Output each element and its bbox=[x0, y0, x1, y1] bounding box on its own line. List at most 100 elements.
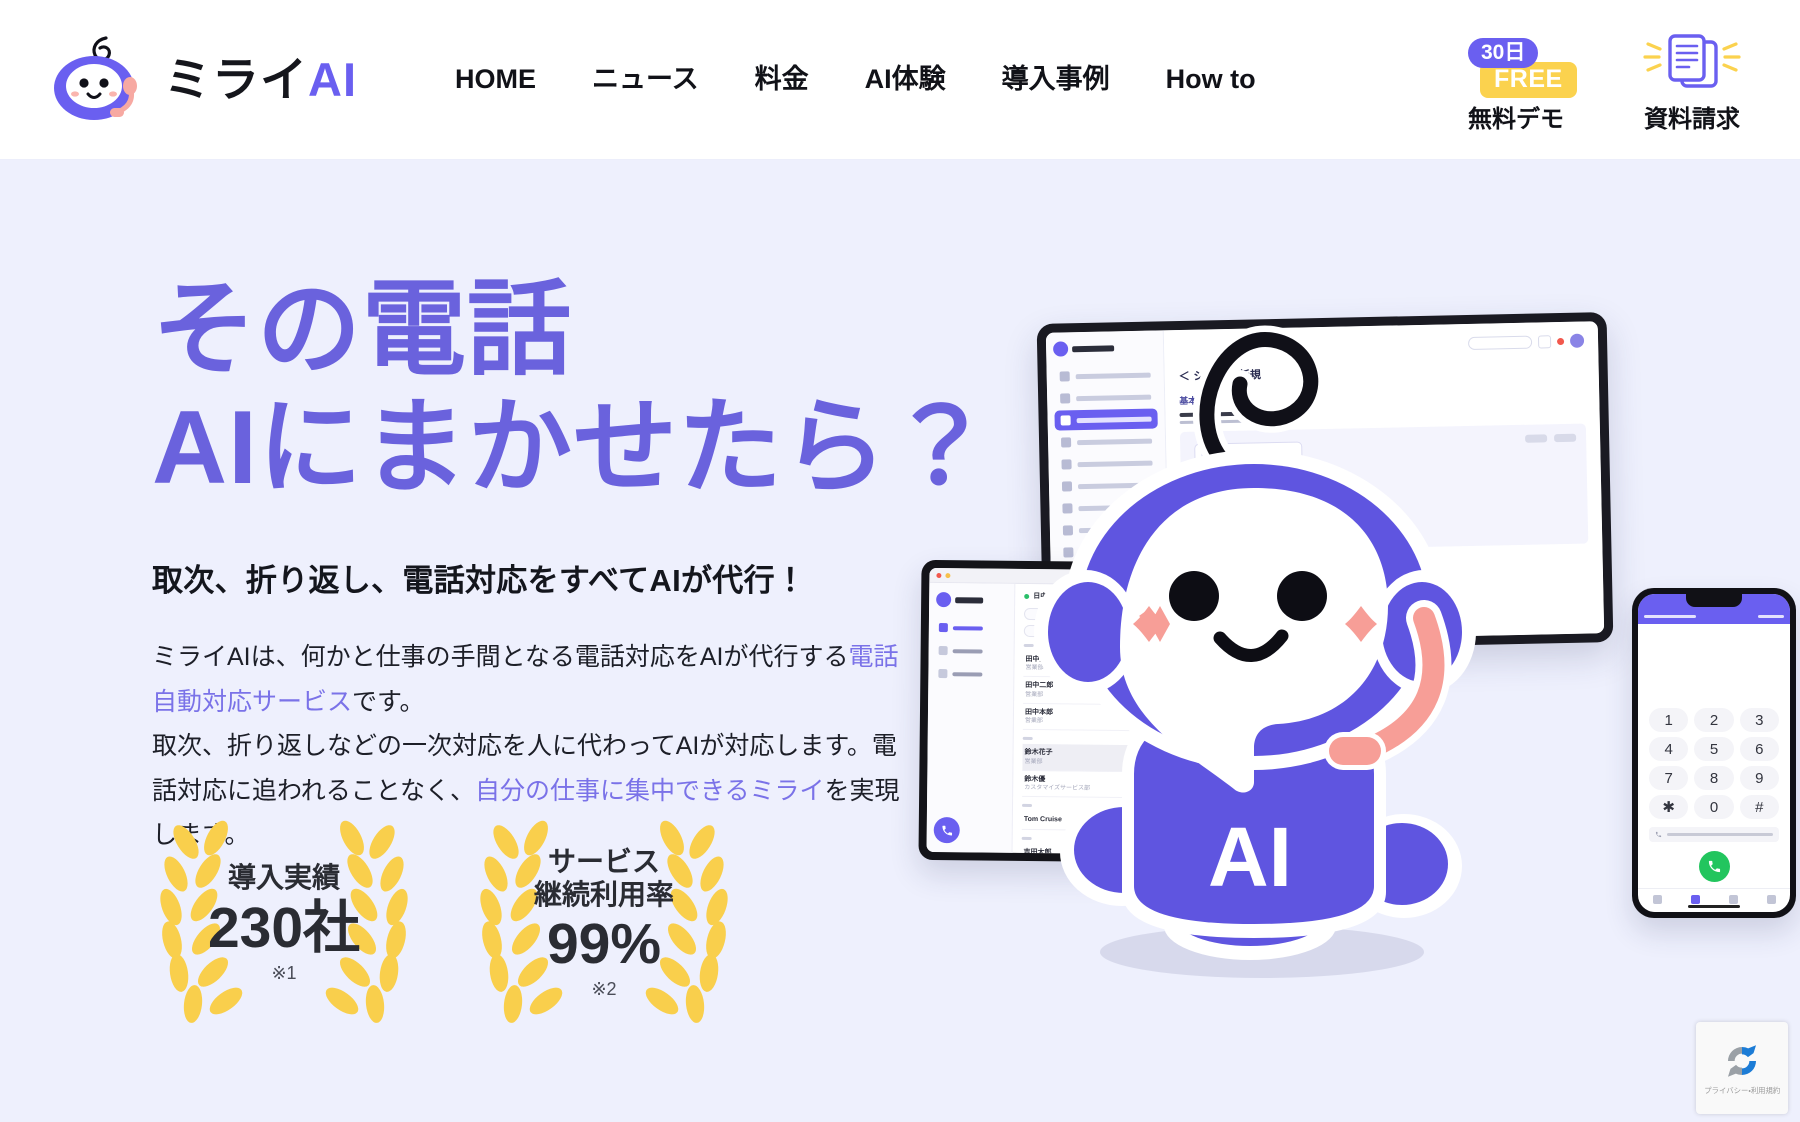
tab-recents[interactable] bbox=[1728, 894, 1738, 904]
dialpad-key-5[interactable]: 5 bbox=[1694, 737, 1734, 761]
dialpad-key-7[interactable]: 7 bbox=[1649, 766, 1689, 790]
nav-item-news[interactable]: ニュース bbox=[564, 56, 727, 103]
zoom-in-button[interactable] bbox=[1525, 434, 1548, 443]
phone-call-icon bbox=[1708, 860, 1720, 873]
phone-small-icon bbox=[1655, 831, 1662, 838]
nav-label bbox=[952, 625, 983, 630]
group-label bbox=[1022, 737, 1033, 741]
nav-item-case-studies[interactable]: 導入事例 bbox=[974, 56, 1138, 103]
site-header: ミライAI HOME ニュース 料金 AI体験 導入事例 How to 30日 … bbox=[0, 0, 1800, 160]
dialpad-key-9[interactable]: 9 bbox=[1739, 766, 1779, 790]
group-label bbox=[1023, 643, 1034, 648]
dialpad-key-1[interactable]: 1 bbox=[1649, 708, 1689, 732]
sidebar-item[interactable] bbox=[1056, 474, 1159, 496]
sidebar-item[interactable] bbox=[1054, 365, 1157, 387]
sidebar-item[interactable] bbox=[1057, 540, 1160, 562]
dialpad-keys: 1 2 3 4 5 6 7 8 9 ✱ 0 # bbox=[1649, 708, 1779, 819]
stat-value: 99% bbox=[546, 912, 662, 977]
stat-footnote-ref: ※2 bbox=[591, 978, 617, 999]
tablet-nav-settings[interactable] bbox=[935, 665, 1006, 683]
phone-number-field[interactable] bbox=[1649, 827, 1779, 842]
dashboard-topbar bbox=[1178, 333, 1585, 356]
tablet-nav-phonebook[interactable] bbox=[936, 619, 1007, 637]
scenario-node-card[interactable] bbox=[1194, 441, 1304, 506]
nav-label bbox=[1078, 504, 1154, 511]
tab-contacts[interactable] bbox=[1652, 894, 1662, 904]
dialpad-key-4[interactable]: 4 bbox=[1649, 737, 1689, 761]
stat-footnote-ref: ※1 bbox=[271, 962, 297, 983]
lede-p2-link[interactable]: 自分の仕事に集中できるミライ bbox=[475, 777, 825, 805]
contact-row[interactable]: 田中二郎 営業部 bbox=[1023, 677, 1316, 707]
nav-item-ai-trial[interactable]: AI体験 bbox=[837, 56, 974, 103]
tab-settings[interactable] bbox=[1766, 894, 1776, 904]
tab-keypad[interactable] bbox=[1690, 894, 1700, 904]
contact-department: 営業部 bbox=[1024, 758, 1043, 765]
document-request-button[interactable]: 資料請求 bbox=[1640, 28, 1744, 132]
dialpad-key-6[interactable]: 6 bbox=[1739, 737, 1779, 761]
card-title bbox=[1214, 452, 1277, 457]
phone-appbar bbox=[1638, 609, 1790, 624]
sidebar-item[interactable] bbox=[1054, 386, 1157, 408]
phone-icon bbox=[941, 825, 952, 836]
tablet-logo bbox=[936, 592, 1007, 608]
contact-row[interactable]: Tom Cruise bbox=[1021, 811, 1314, 833]
sidebar-item[interactable] bbox=[1057, 518, 1160, 540]
appbar-title bbox=[1644, 615, 1696, 618]
dialpad-key-3[interactable]: 3 bbox=[1739, 708, 1779, 732]
contact-row[interactable]: 鈴木優 カスタマイズサービス部 bbox=[1022, 770, 1315, 801]
logo-text bbox=[1072, 344, 1115, 352]
lede-p1-a: ミライAIは、何かと仕事の手間となる電話対応をAIが代行する bbox=[152, 643, 849, 672]
nav-label bbox=[1076, 394, 1152, 401]
hero-copy: その電話 AIにまかせたら？ 取次、折り返し、電話対応をすべてAIが代行！ ミラ… bbox=[152, 272, 992, 858]
calendar-icon[interactable] bbox=[1537, 334, 1552, 349]
window-maximize-dot[interactable] bbox=[954, 573, 959, 578]
canvas-zoom-controls[interactable] bbox=[1525, 433, 1577, 443]
brand-logo[interactable]: ミライAI bbox=[42, 34, 357, 126]
nav-label bbox=[1075, 372, 1151, 379]
dashboard-logo bbox=[1052, 340, 1156, 357]
card-text-line bbox=[1201, 462, 1296, 467]
zoom-out-button[interactable] bbox=[1554, 433, 1577, 443]
avatar[interactable] bbox=[1569, 333, 1585, 348]
contact-row-selected[interactable]: 鈴木花子 営業部 bbox=[1022, 744, 1315, 774]
dialpad-key-2[interactable]: 2 bbox=[1694, 708, 1734, 732]
department-select[interactable] bbox=[1023, 624, 1316, 640]
contact-name: 吉田太郎 bbox=[1023, 848, 1052, 856]
appbar-action[interactable] bbox=[1758, 615, 1784, 618]
contact-row[interactable]: 田中本郎 営業部 bbox=[1022, 703, 1316, 734]
home-indicator bbox=[1688, 905, 1740, 908]
dialpad-key-0[interactable]: 0 bbox=[1694, 795, 1734, 819]
field-hint bbox=[1179, 418, 1298, 425]
sidebar-item[interactable] bbox=[1056, 496, 1159, 518]
nav-item-home[interactable]: HOME bbox=[427, 56, 564, 103]
dialpad-key-hash[interactable]: # bbox=[1739, 795, 1779, 819]
window-minimize-dot[interactable] bbox=[945, 572, 951, 578]
phone-tabbar bbox=[1638, 888, 1790, 912]
window-title: ミライAI bbox=[1290, 575, 1319, 584]
contact-row[interactable]: 吉田太郎 カスタマイズサービス部 bbox=[1021, 843, 1314, 857]
settings-icon bbox=[1063, 547, 1074, 558]
recaptcha-badge[interactable]: プライバシー・利用規約 bbox=[1696, 1022, 1788, 1114]
search-input[interactable] bbox=[1023, 607, 1317, 623]
sidebar-item[interactable] bbox=[1055, 452, 1158, 474]
topbar-pill-button[interactable] bbox=[1467, 335, 1533, 350]
document-request-label: 資料請求 bbox=[1644, 105, 1740, 133]
sidebar-item[interactable] bbox=[1055, 430, 1158, 452]
dialpad-key-8[interactable]: 8 bbox=[1694, 766, 1734, 790]
nav-item-how-to[interactable]: How to bbox=[1138, 56, 1284, 103]
tablet-nav-history[interactable] bbox=[936, 642, 1007, 660]
sidebar-item-active[interactable] bbox=[1054, 408, 1158, 431]
nav-label bbox=[1079, 548, 1155, 555]
free-demo-button[interactable]: 30日 FREE 無料デモ bbox=[1454, 32, 1578, 132]
scenario-canvas[interactable] bbox=[1179, 423, 1589, 553]
lede-p1-b: です。 bbox=[352, 687, 425, 716]
nav-item-pricing[interactable]: 料金 bbox=[727, 56, 837, 103]
connection-status: 日中一部接続済み bbox=[1024, 591, 1316, 604]
recaptcha-label: プライバシー・利用規約 bbox=[1704, 1086, 1780, 1095]
call-button[interactable] bbox=[1698, 851, 1730, 882]
hero-subheadline: 取次、折り返し、電話対応をすべてAIが代行！ bbox=[152, 563, 807, 599]
dashboard-section-title: 基本設定 bbox=[1179, 395, 1216, 407]
contact-row[interactable]: 田中太郎 営業部 bbox=[1023, 650, 1316, 681]
dialpad-key-star[interactable]: ✱ bbox=[1649, 795, 1689, 819]
nav-label bbox=[952, 671, 983, 676]
